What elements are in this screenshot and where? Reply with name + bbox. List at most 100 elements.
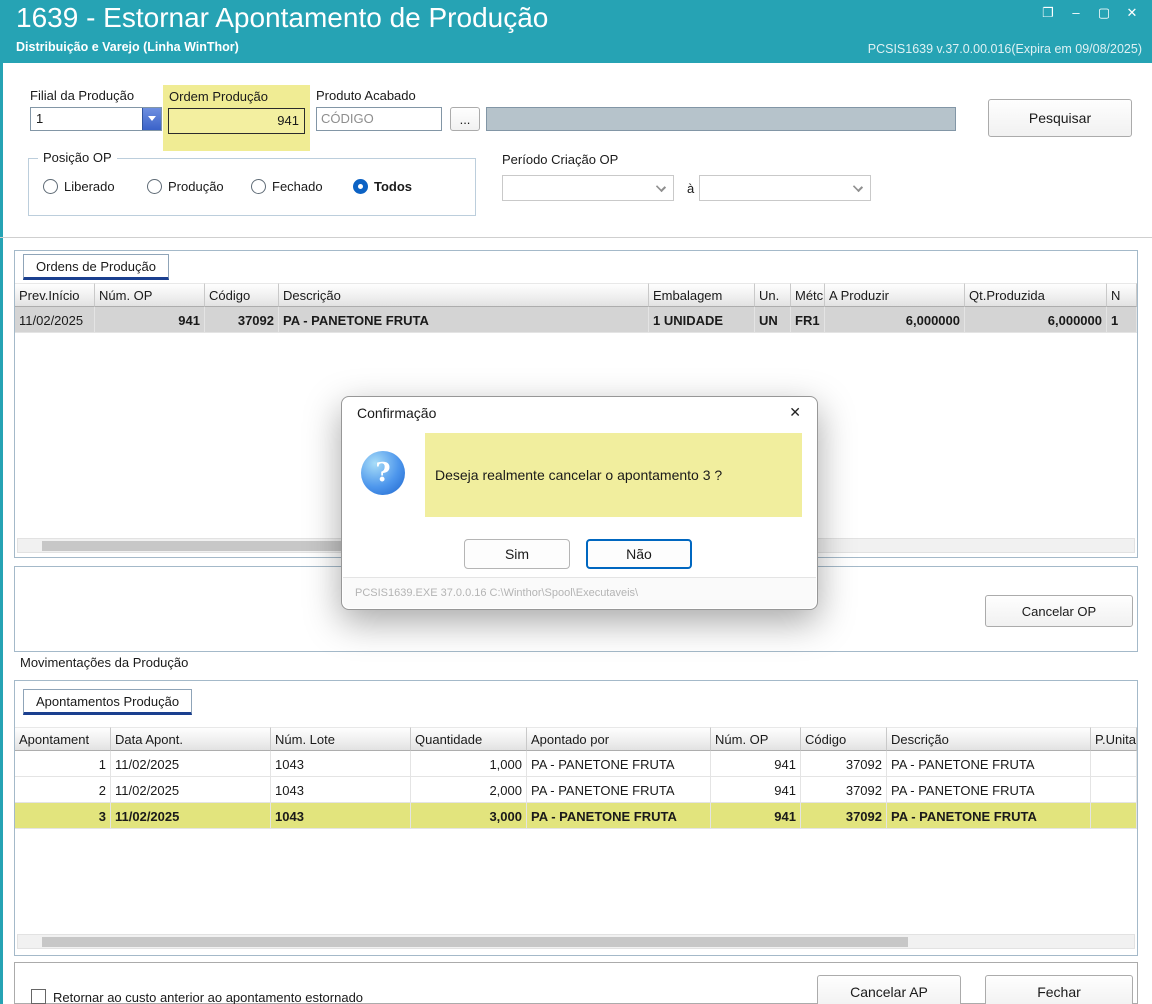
radio-todos[interactable]: Todos [353, 179, 412, 194]
cell-qt-produzida: 6,000000 [965, 307, 1107, 333]
cell-p-unit [1091, 777, 1137, 803]
chevron-down-icon [852, 181, 864, 193]
cell-apontado-por: PA - PANETONE FRUTA [527, 803, 711, 829]
cell-descricao: PA - PANETONE FRUTA [887, 803, 1091, 829]
movimentacoes-group-label: Movimentações da Produção [20, 655, 189, 670]
cell-codigo: 37092 [205, 307, 279, 333]
column-header[interactable]: Apontado por [527, 727, 711, 751]
column-header[interactable]: P.Unita [1091, 727, 1137, 751]
question-icon: ? [361, 451, 405, 495]
dialog-message-highlight: Deseja realmente cancelar o apontamento … [425, 433, 802, 517]
retornar-custo-label: Retornar ao custo anterior ao apontament… [53, 990, 364, 1004]
restore-icon[interactable]: ❐ [1040, 5, 1056, 21]
radio-producao[interactable]: Produção [147, 179, 224, 194]
filial-select[interactable]: 1 [30, 107, 162, 131]
radio-todos-label: Todos [374, 179, 413, 194]
column-header[interactable]: Prev.Início [15, 283, 95, 307]
column-header[interactable]: Descrição [887, 727, 1091, 751]
table-row[interactable]: 2 11/02/2025 1043 2,000 PA - PANETONE FR… [15, 777, 1137, 803]
column-header[interactable]: Código [801, 727, 887, 751]
cell-data: 11/02/2025 [111, 751, 271, 777]
column-header[interactable]: Qt.Produzida [965, 283, 1107, 307]
cell-num-op: 941 [95, 307, 205, 333]
cell-embalagem: 1 UNIDADE [649, 307, 755, 333]
radio-circle-icon [43, 179, 58, 194]
radio-fechado[interactable]: Fechado [251, 179, 323, 194]
dialog-close-icon[interactable]: ✕ [789, 404, 801, 421]
dropdown-arrow-icon[interactable] [142, 108, 161, 130]
filial-label: Filial da Produção [30, 88, 135, 103]
cell-quantidade: 3,000 [411, 803, 527, 829]
dialog-title: Confirmação [357, 405, 437, 421]
produto-codigo-input[interactable]: CÓDIGO [316, 107, 442, 131]
cell-apontado-por: PA - PANETONE FRUTA [527, 777, 711, 803]
column-header[interactable]: Embalagem [649, 283, 755, 307]
periodo-fim-select[interactable] [699, 175, 871, 201]
app-window: 1639 - Estornar Apontamento de Produção … [0, 0, 1152, 1004]
cell-quantidade: 1,000 [411, 751, 527, 777]
apontamentos-horizontal-scrollbar[interactable] [17, 934, 1135, 949]
posicao-op-label: Posição OP [38, 150, 117, 165]
tab-apontamentos-producao[interactable]: Apontamentos Produção [23, 689, 193, 715]
column-header[interactable]: Apontament [15, 727, 111, 751]
scrollbar-thumb[interactable] [42, 937, 908, 947]
periodo-separator-label: à [687, 181, 695, 196]
column-header[interactable]: Un. [755, 283, 791, 307]
close-icon[interactable]: ✕ [1124, 5, 1140, 21]
cancelar-ap-button[interactable]: Cancelar AP [817, 975, 961, 1004]
filial-value: 1 [36, 111, 44, 126]
column-header[interactable]: Quantidade [411, 727, 527, 751]
cancelar-op-button[interactable]: Cancelar OP [985, 595, 1133, 627]
pesquisar-button[interactable]: Pesquisar [988, 99, 1132, 137]
column-header[interactable]: A Produzir [825, 283, 965, 307]
column-header[interactable]: Núm. OP [711, 727, 801, 751]
produto-label: Produto Acabado [316, 88, 416, 103]
cell-lote: 1043 [271, 777, 411, 803]
periodo-inicio-select[interactable] [502, 175, 674, 201]
cell-data: 11/02/2025 [111, 803, 271, 829]
table-row[interactable]: 11/02/2025 941 37092 PA - PANETONE FRUTA… [15, 307, 1137, 333]
column-header[interactable]: Núm. OP [95, 283, 205, 307]
column-header[interactable]: Código [205, 283, 279, 307]
nao-button[interactable]: Não [586, 539, 692, 569]
apontamentos-header-row: Apontament Data Apont. Núm. Lote Quantid… [15, 727, 1137, 751]
sim-button[interactable]: Sim [464, 539, 570, 569]
column-header[interactable]: Descrição [279, 283, 649, 307]
column-header[interactable]: Núm. Lote [271, 727, 411, 751]
cell-num-op: 941 [711, 803, 801, 829]
window-subtitle: Distribuição e Varejo (Linha WinThor) [16, 40, 239, 54]
radio-liberado-label: Liberado [64, 179, 115, 194]
retornar-custo-checkbox[interactable] [31, 989, 46, 1004]
cell-descricao: PA - PANETONE FRUTA [279, 307, 649, 333]
window-controls: ❐ – ▢ ✕ [1040, 5, 1140, 21]
maximize-icon[interactable]: ▢ [1096, 5, 1112, 21]
cell-descricao: PA - PANETONE FRUTA [887, 777, 1091, 803]
cell-data: 11/02/2025 [111, 777, 271, 803]
radio-fechado-label: Fechado [272, 179, 323, 194]
column-header[interactable]: N [1107, 283, 1137, 307]
cell-n: 1 [1107, 307, 1137, 333]
periodo-label: Período Criação OP [502, 152, 619, 167]
cell-codigo: 37092 [801, 751, 887, 777]
minimize-icon[interactable]: – [1068, 5, 1084, 21]
cell-codigo: 37092 [801, 803, 887, 829]
chevron-down-icon [655, 181, 667, 193]
fechar-button[interactable]: Fechar [985, 975, 1133, 1004]
ordem-input[interactable]: 941 [168, 108, 305, 134]
radio-liberado[interactable]: Liberado [43, 179, 115, 194]
table-row[interactable]: 1 11/02/2025 1043 1,000 PA - PANETONE FR… [15, 751, 1137, 777]
radio-selected-icon [353, 179, 368, 194]
table-row-selected[interactable]: 3 11/02/2025 1043 3,000 PA - PANETONE FR… [15, 803, 1137, 829]
cell-prev-inicio: 11/02/2025 [15, 307, 95, 333]
produto-browse-button[interactable]: ... [450, 107, 480, 131]
cell-descricao: PA - PANETONE FRUTA [887, 751, 1091, 777]
version-info: PCSIS1639 v.37.0.00.016(Expira em 09/08/… [867, 42, 1142, 56]
left-accent-strip [0, 63, 3, 1004]
tab-ordens-producao[interactable]: Ordens de Produção [23, 254, 169, 280]
cell-p-unit [1091, 803, 1137, 829]
radio-producao-label: Produção [168, 179, 224, 194]
radio-circle-icon [251, 179, 266, 194]
column-header[interactable]: Data Apont. [111, 727, 271, 751]
column-header[interactable]: Métc [791, 283, 825, 307]
ordem-label: Ordem Produção [169, 89, 268, 104]
